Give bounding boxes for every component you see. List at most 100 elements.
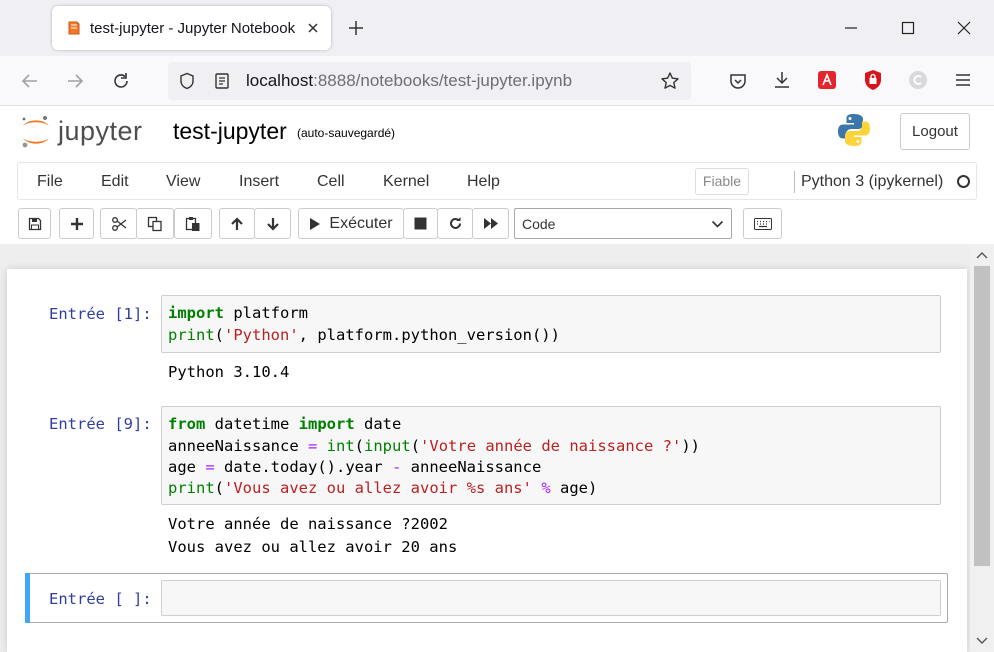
jupyter-logo-icon[interactable] [20,114,52,150]
tab-close-icon[interactable] [306,21,320,35]
cell-2-input[interactable]: from datetime import date anneeNaissance… [161,406,941,505]
forward-icon[interactable] [65,71,85,91]
notebook-title[interactable]: test-jupyter [173,118,287,145]
move-down-button[interactable] [254,208,291,239]
menu-view[interactable]: View [166,173,200,191]
code-token: anneeNaissance [168,437,308,455]
cell-1-output: Python 3.10.4 [168,363,290,381]
kernel-name[interactable]: Python 3 (ipykernel) [801,173,943,191]
ublock-icon[interactable] [863,69,883,91]
code-token: anneeNaissance [401,458,542,476]
jupyter-logo-text[interactable]: jupyter [58,116,143,147]
code-token: )) [681,437,700,455]
jupyter-tab-icon [66,20,82,36]
code-token: ( [410,437,421,455]
code-line: anneeNaissance = int(input('Votre année … [168,437,700,455]
code-token: input [364,437,411,455]
code-line: age = date.today().year - anneeNaissance [168,458,541,476]
scroll-thumb[interactable] [974,266,990,566]
paste-button[interactable] [174,208,212,239]
move-up-button[interactable] [219,208,255,239]
url-bar[interactable]: localhost:8888/notebooks/test-jupyter.ip… [168,62,691,100]
scroll-down-icon[interactable] [976,636,988,646]
cut-icon [111,216,127,232]
code-token: 'Vous avez ou allez avoir %s ans' [224,479,532,497]
browser-tab[interactable]: test-jupyter - Jupyter Notebook [52,6,331,50]
code-token: % [541,479,551,497]
menu-bar: File Edit View Insert Cell Kernel Help F… [17,162,977,200]
restart-button[interactable] [437,208,473,239]
cell-3-prompt: Entrée [ ]: [49,590,152,608]
url-path: :8888/notebooks/test-jupyter.ipynb [313,71,573,90]
copy-button[interactable] [136,208,174,239]
code-token: int [326,437,355,455]
trusted-indicator[interactable]: Fiable [695,168,749,195]
keyboard-icon [753,217,772,230]
save-button[interactable] [18,208,51,239]
chevron-down-icon [711,218,724,230]
code-token: 'Votre année de naissance ?' [420,437,682,455]
pocket-icon[interactable] [728,71,748,91]
run-icon [309,217,321,231]
command-palette-button[interactable] [743,208,782,239]
fast-forward-icon [483,217,499,230]
code-token: print [168,479,215,497]
code-token: datetime [205,415,299,433]
menu-edit[interactable]: Edit [101,173,129,191]
code-token: date [354,415,402,433]
stop-icon [414,217,427,230]
scroll-up-icon[interactable] [976,250,988,260]
code-token: age) [550,479,598,497]
cell-3-input[interactable] [161,580,941,616]
interrupt-button[interactable] [403,208,438,239]
code-token: = [205,458,215,476]
page-info-icon[interactable] [213,72,231,90]
bookmark-star-icon[interactable] [660,71,680,91]
code-token: import [168,304,224,322]
minimize-icon[interactable] [843,20,859,36]
tab-strip: test-jupyter - Jupyter Notebook [0,0,994,56]
restart-icon [448,216,463,231]
menu-cell[interactable]: Cell [317,173,345,191]
profile-icon[interactable] [908,70,928,90]
add-cell-button[interactable] [59,208,94,239]
cell-type-select[interactable]: Code [514,208,732,239]
maximize-icon[interactable] [900,20,916,36]
code-token: , platform.python_version()) [298,326,560,344]
logout-button[interactable]: Logout [900,113,970,150]
menu-icon[interactable] [954,71,972,89]
shield-icon[interactable] [178,72,196,90]
run-button[interactable]: Exécuter [298,208,404,239]
menu-file[interactable]: File [37,173,63,191]
menu-help[interactable]: Help [467,173,500,191]
move-down-icon [266,217,280,231]
reload-icon[interactable] [111,71,131,91]
cut-button[interactable] [100,208,137,239]
cell-1-input[interactable]: import platform print('Python', platform… [161,295,941,353]
copy-icon [147,216,163,232]
save-status: (auto-sauvegardé) [297,126,396,140]
window-close-icon[interactable] [956,20,972,36]
menu-kernel[interactable]: Kernel [383,173,429,191]
code-token: date.today().year [214,458,392,476]
restart-run-all-button[interactable] [472,208,509,239]
scrollbar[interactable] [970,244,994,652]
code-token: - [391,458,402,476]
cell-1-prompt: Entrée [1]: [49,305,152,323]
code-token: ( [354,437,365,455]
navigation-bar: localhost:8888/notebooks/test-jupyter.ip… [0,56,994,106]
cell-2-output-line-2: Vous avez ou allez avoir 20 ans [168,538,458,556]
code-token: platform [224,304,308,322]
download-icon[interactable] [772,70,792,90]
url-text[interactable]: localhost:8888/notebooks/test-jupyter.ip… [246,71,572,91]
code-line: import platform [168,304,308,322]
extension-icon[interactable] [817,70,837,90]
new-tab-icon[interactable] [347,19,365,37]
cell-2-output-line-1: Votre année de naissance ?2002 [168,515,448,533]
add-cell-icon [70,217,84,231]
menu-insert[interactable]: Insert [239,173,279,191]
back-icon[interactable] [20,71,40,91]
code-token: = [307,437,318,455]
